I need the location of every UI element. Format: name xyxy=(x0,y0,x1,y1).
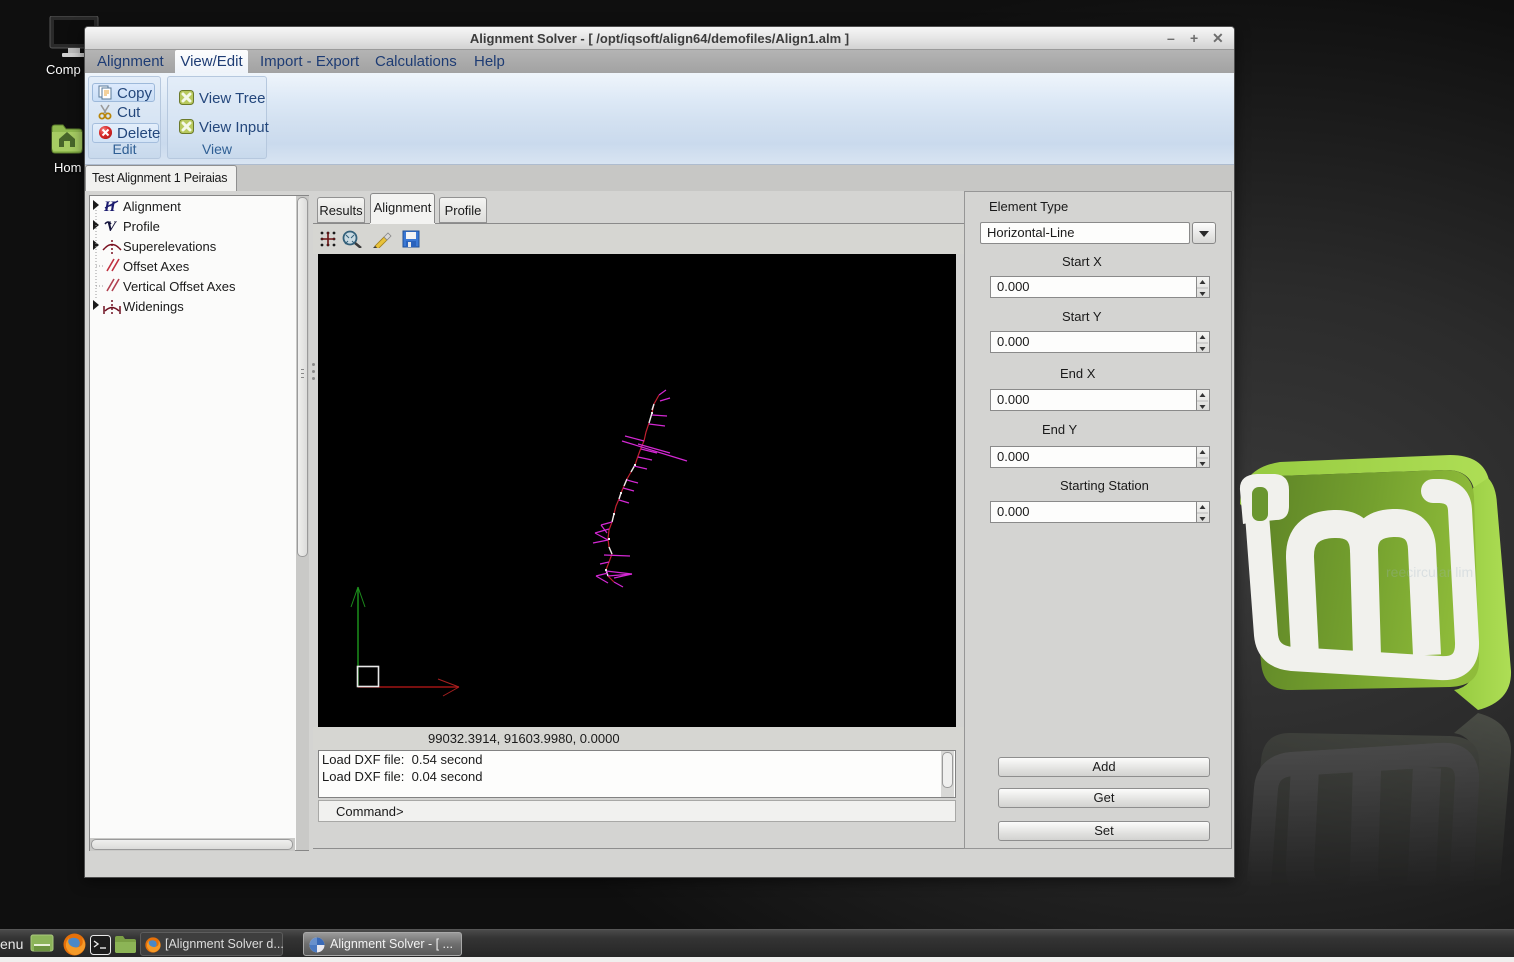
svg-text:H: H xyxy=(103,199,117,215)
